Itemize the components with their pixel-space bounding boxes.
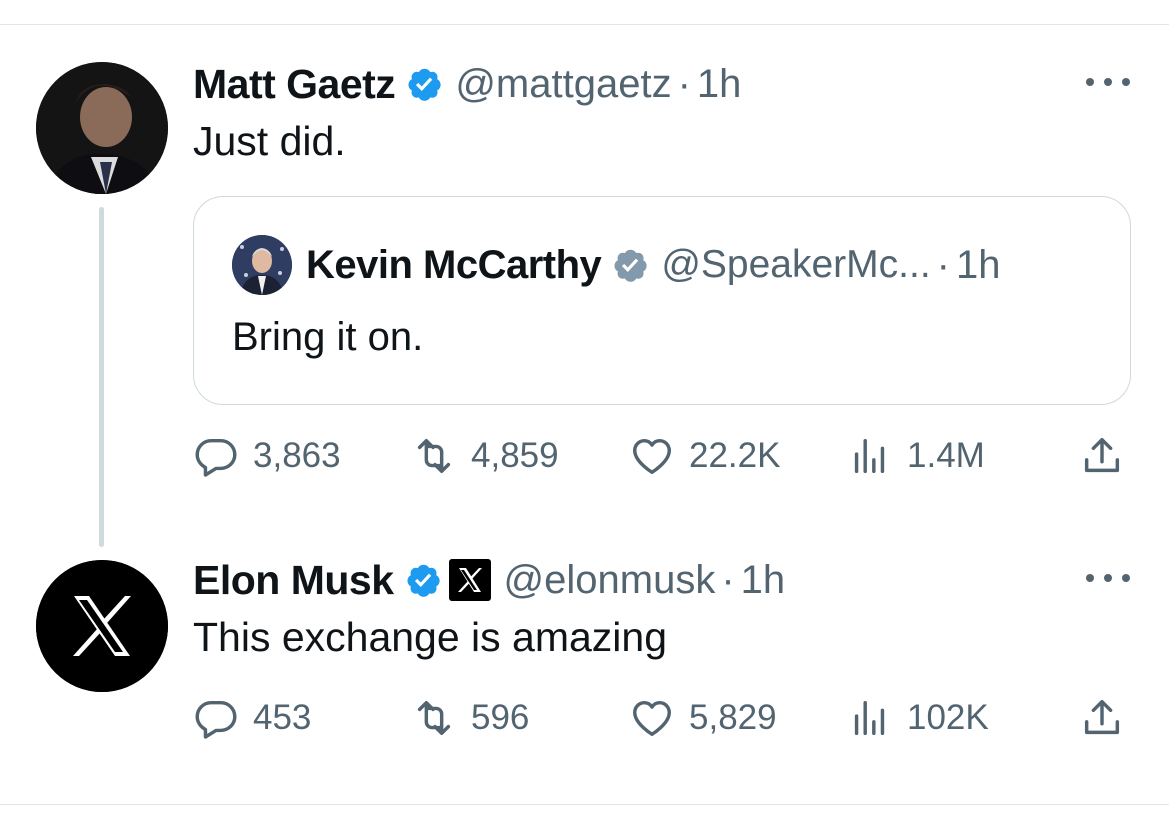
author-handle[interactable]: @mattgaetz: [455, 62, 671, 107]
tweet-text: Just did.: [193, 118, 346, 164]
views-button[interactable]: 102K: [847, 693, 989, 743]
separator-dot: ·: [721, 557, 735, 602]
repost-count: 4,859: [471, 436, 559, 475]
repost-icon: [417, 700, 451, 736]
top-divider: [0, 24, 1169, 25]
author-name[interactable]: Matt Gaetz: [193, 61, 396, 108]
tweet-actions: 3,863 4,859 22.2K 1.4M: [193, 431, 1143, 481]
quoted-author-name: Kevin McCarthy: [306, 242, 602, 287]
repost-button[interactable]: 4,859: [411, 431, 559, 481]
avatar-matt-gaetz[interactable]: [36, 62, 168, 194]
like-button[interactable]: 22.2K: [629, 431, 780, 481]
tweet-time[interactable]: 1h: [741, 558, 786, 603]
tweet-time[interactable]: 1h: [697, 62, 742, 107]
like-count: 22.2K: [689, 436, 781, 475]
tweet-header-musk: Elon Musk @elonmusk · 1h: [193, 552, 785, 608]
like-icon: [633, 438, 671, 475]
author-name[interactable]: Elon Musk: [193, 557, 394, 604]
more-icon[interactable]: [1083, 568, 1133, 588]
avatar-elon-musk[interactable]: [36, 560, 168, 692]
like-count: 5,829: [689, 698, 777, 737]
reply-count: 3,863: [253, 436, 341, 475]
separator-dot: ·: [936, 242, 950, 287]
reply-button[interactable]: 3,863: [193, 431, 341, 481]
verified-badge-icon: [614, 249, 647, 282]
like-button[interactable]: 5,829: [629, 693, 777, 743]
separator-dot: ·: [677, 61, 691, 106]
quoted-tweet-text: Bring it on.: [232, 315, 424, 359]
quoted-tweet-card[interactable]: Kevin McCarthy @SpeakerMc... · 1h Bring …: [193, 196, 1131, 405]
x-logo-icon: [36, 560, 168, 692]
share-button[interactable]: [1079, 693, 1125, 743]
views-icon: [854, 438, 885, 474]
verified-badge-icon: [407, 564, 440, 597]
reply-button[interactable]: 453: [193, 693, 311, 743]
views-count: 1.4M: [907, 436, 985, 475]
views-count: 102K: [907, 698, 989, 737]
views-button[interactable]: 1.4M: [847, 431, 985, 481]
more-icon[interactable]: [1083, 72, 1133, 92]
verified-badge-icon: [408, 68, 441, 101]
quoted-author-handle: @SpeakerMc...: [661, 243, 931, 286]
share-icon: [1084, 437, 1120, 473]
quoted-tweet-time: 1h: [955, 242, 1001, 287]
bottom-divider: [0, 804, 1169, 805]
repost-icon: [417, 438, 451, 474]
tweet-actions: 453 596 5,829 102K: [193, 693, 1143, 743]
share-icon: [1084, 699, 1120, 735]
thread-connector-line: [99, 207, 104, 547]
avatar-kevin-mccarthy: [232, 235, 292, 295]
x-affiliate-badge-icon[interactable]: [448, 558, 492, 602]
reply-icon: [195, 438, 237, 477]
repost-count: 596: [471, 698, 530, 737]
views-icon: [854, 700, 885, 736]
quoted-tweet-header: Kevin McCarthy @SpeakerMc... · 1h: [306, 233, 1000, 297]
tweet-text: This exchange is amazing: [193, 614, 668, 660]
share-button[interactable]: [1079, 431, 1125, 481]
reply-count: 453: [253, 698, 312, 737]
tweet-header-gaetz: Matt Gaetz @mattgaetz · 1h: [193, 56, 741, 112]
like-icon: [633, 700, 671, 737]
repost-button[interactable]: 596: [411, 693, 529, 743]
author-handle[interactable]: @elonmusk: [504, 558, 716, 603]
reply-icon: [195, 700, 237, 739]
